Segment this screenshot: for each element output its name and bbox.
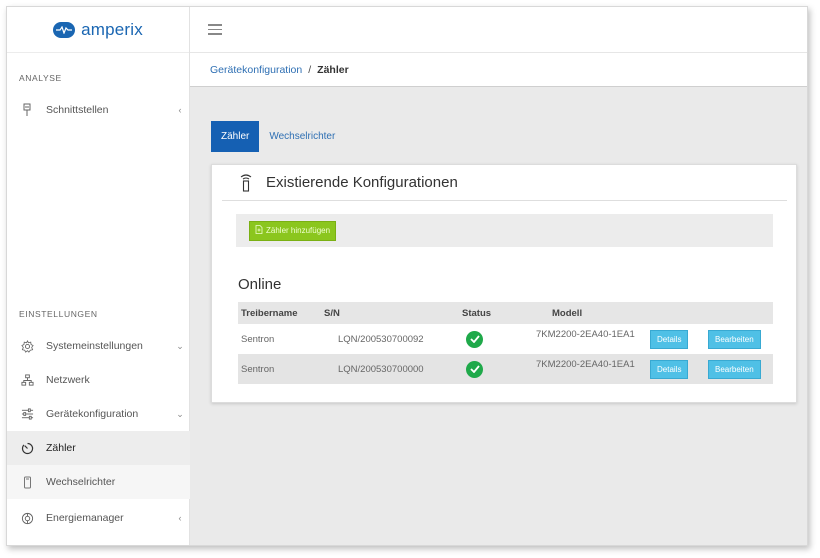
sidebar-item-label: Wechselrichter bbox=[46, 476, 116, 488]
column-header-driver: Treibername bbox=[238, 302, 324, 324]
sidebar-item-label: Energiemanager bbox=[46, 512, 124, 524]
app-window: amperix ANALYSE Schnittstellen ‹ EINSTEL… bbox=[6, 6, 808, 546]
chevron-left-icon: ‹ bbox=[178, 513, 182, 523]
network-icon bbox=[20, 373, 34, 387]
card-header: Existierende Konfigurationen bbox=[222, 165, 787, 201]
cell-sn: LQN/200530700092 bbox=[338, 333, 424, 345]
brand-logo[interactable]: amperix bbox=[7, 7, 189, 53]
breadcrumb-current: Zähler bbox=[317, 63, 349, 76]
pulse-logo-icon bbox=[53, 21, 76, 38]
menu-toggle-icon[interactable] bbox=[208, 24, 222, 35]
breadcrumb-separator: / bbox=[308, 63, 312, 76]
details-button[interactable]: Details bbox=[650, 329, 689, 349]
add-meter-button[interactable]: Zähler hinzufügen bbox=[249, 220, 337, 241]
energy-manager-icon bbox=[20, 511, 34, 525]
column-header-status: Status bbox=[462, 302, 516, 324]
sidebar-item-label: Systemeinstellungen bbox=[46, 340, 143, 352]
sidebar-item-netzwerk[interactable]: Netzwerk bbox=[7, 363, 190, 397]
sidebar: amperix ANALYSE Schnittstellen ‹ EINSTEL… bbox=[7, 7, 190, 545]
cell-model: 7KM2200-2EA40-1EA1 bbox=[516, 354, 650, 384]
tab-zaehler[interactable]: Zähler bbox=[211, 121, 260, 152]
cell-driver: Sentron bbox=[238, 354, 324, 384]
inverter-icon bbox=[20, 475, 34, 489]
chevron-down-icon: ⌄ bbox=[176, 408, 184, 419]
sidebar-item-label: Zähler bbox=[46, 442, 76, 454]
card-toolbar: Zähler hinzufügen bbox=[236, 214, 773, 247]
sidebar-item-energiemanager[interactable]: Energiemanager ‹ bbox=[7, 501, 190, 535]
sidebar-item-systemeinstellungen[interactable]: Systemeinstellungen ⌄ bbox=[7, 329, 190, 363]
meters-table: Treibername S/N Status Modell Sentron LQ… bbox=[238, 302, 773, 384]
cell-model: 7KM2200-2EA40-1EA1 bbox=[536, 329, 635, 340]
status-ok-icon bbox=[466, 360, 483, 378]
sidebar-item-geraetekonfiguration[interactable]: Gerätekonfiguration ⌄ bbox=[7, 397, 190, 431]
status-ok-icon bbox=[466, 330, 483, 348]
breadcrumb: Gerätekonfiguration / Zähler bbox=[190, 53, 807, 87]
tab-bar: Zähler Wechselrichter bbox=[211, 121, 345, 152]
meter-icon bbox=[20, 441, 34, 455]
sidebar-item-schnittstellen[interactable]: Schnittstellen ‹ bbox=[7, 93, 190, 127]
cell-driver: Sentron bbox=[241, 333, 275, 345]
chevron-down-icon: ⌄ bbox=[176, 340, 184, 351]
table-row: Sentron LQN/200530700092 7KM2200-2EA40-1… bbox=[238, 324, 773, 354]
card-title: Existierende Konfigurationen bbox=[266, 174, 458, 191]
edit-button[interactable]: Bearbeiten bbox=[708, 359, 761, 379]
plug-icon bbox=[20, 103, 34, 117]
table-row: Sentron LQN/200530700000 7KM2200-2EA40-1… bbox=[238, 354, 773, 384]
sidebar-item-wechselrichter[interactable]: Wechselrichter bbox=[7, 465, 190, 499]
sidebar-item-zaehler[interactable]: Zähler bbox=[7, 431, 190, 465]
column-header-model: Modell bbox=[516, 302, 650, 324]
online-section-title: Online bbox=[238, 276, 282, 293]
add-meter-button-label: Zähler hinzufügen bbox=[266, 226, 331, 235]
configurations-card: Existierende Konfigurationen Zähler hinz… bbox=[211, 164, 797, 403]
meter-device-icon bbox=[240, 173, 252, 192]
sidebar-item-label: Gerätekonfiguration bbox=[46, 408, 139, 420]
column-header-sn: S/N bbox=[324, 302, 462, 324]
table-header-row: Treibername S/N Status Modell bbox=[238, 302, 773, 324]
brand-name: amperix bbox=[81, 19, 143, 39]
sliders-icon bbox=[20, 407, 34, 421]
details-button[interactable]: Details bbox=[650, 359, 689, 379]
document-add-icon bbox=[255, 225, 263, 236]
tab-wechselrichter[interactable]: Wechselrichter bbox=[259, 121, 345, 152]
sidebar-item-label: Netzwerk bbox=[46, 374, 90, 386]
top-bar bbox=[190, 7, 807, 53]
chevron-left-icon: ‹ bbox=[178, 105, 182, 115]
section-label-settings: EINSTELLUNGEN bbox=[19, 309, 98, 319]
breadcrumb-parent-link[interactable]: Gerätekonfiguration bbox=[210, 64, 302, 76]
cell-sn: LQN/200530700000 bbox=[324, 354, 462, 384]
sidebar-item-label: Schnittstellen bbox=[46, 104, 109, 116]
section-label-analyse: ANALYSE bbox=[19, 73, 62, 83]
gear-icon bbox=[20, 339, 34, 353]
edit-button[interactable]: Bearbeiten bbox=[708, 329, 761, 349]
